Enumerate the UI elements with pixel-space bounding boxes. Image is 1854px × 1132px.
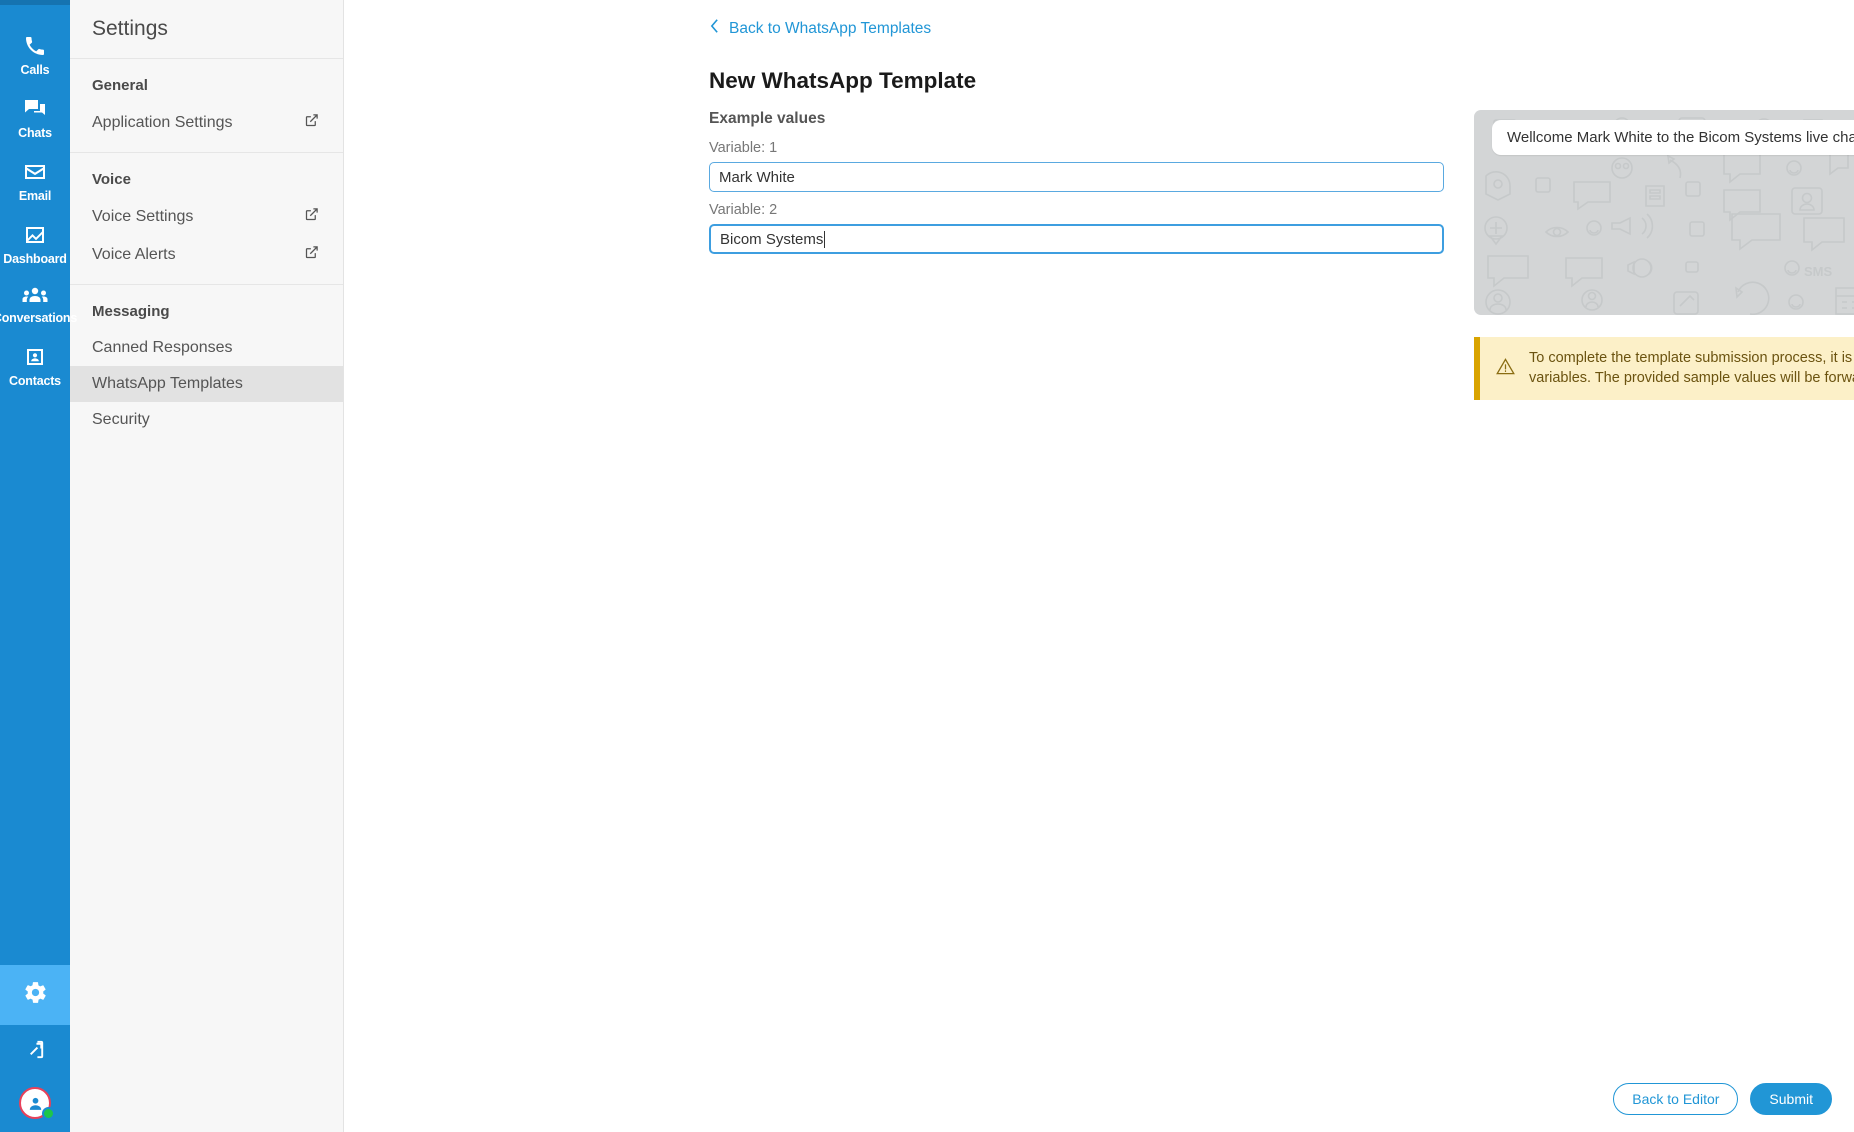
main-content: Back to WhatsApp Templates New WhatsApp …	[344, 0, 1854, 1132]
rail-item-chats[interactable]: Chats	[0, 86, 70, 149]
back-to-whatsapp-templates-link[interactable]: Back to WhatsApp Templates	[709, 18, 931, 39]
group-heading: Messaging	[92, 303, 170, 320]
rail-item-label: Chats	[18, 126, 52, 140]
user-avatar[interactable]	[0, 1079, 70, 1132]
page-title: New WhatsApp Template	[709, 68, 977, 93]
rail-item-label: Dashboard	[3, 252, 67, 266]
variable-1-input[interactable]: Mark White	[709, 162, 1444, 192]
external-link-icon	[304, 245, 319, 265]
sidebar-item-canned-responses[interactable]: Canned Responses	[70, 330, 343, 366]
variable-2-field-block: Variable: 2 Bicom Systems	[709, 202, 1444, 254]
rail-item-calls[interactable]: Calls	[0, 23, 70, 86]
variable-2-input[interactable]: Bicom Systems	[709, 224, 1444, 254]
settings-group-messaging: Messaging Canned Responses WhatsApp Temp…	[70, 285, 343, 448]
sidebar-item-whatsapp-templates[interactable]: WhatsApp Templates	[70, 366, 343, 402]
external-link-icon	[304, 113, 319, 133]
sidebar-item-voice-alerts[interactable]: Voice Alerts	[70, 236, 343, 274]
variable-1-value: Mark White	[719, 168, 795, 186]
sidebar-item-label: Application Settings	[92, 114, 233, 131]
app-root: Calls Chats Email Dashboard Conversation…	[0, 0, 1854, 1132]
rail-item-dashboard[interactable]: Dashboard	[0, 212, 70, 275]
rail-item-email[interactable]: Email	[0, 149, 70, 212]
sidebar-item-application-settings[interactable]: Application Settings	[70, 104, 343, 142]
phone-icon	[23, 34, 47, 58]
example-values-label: Example values	[709, 110, 826, 127]
text-caret	[824, 230, 826, 248]
sidebar-item-security[interactable]: Security	[70, 402, 343, 438]
rail-items: Calls Chats Email Dashboard Conversation…	[0, 5, 77, 397]
template-preview-panel: SMS Wellcome Mark White to the Bicom Sys…	[1474, 110, 1854, 315]
variable-1-label: Variable: 1	[709, 140, 778, 156]
sidebar-item-label: Voice Alerts	[92, 246, 176, 263]
rail-item-label: Contacts	[9, 374, 61, 388]
back-to-editor-button[interactable]: Back to Editor	[1613, 1083, 1739, 1115]
submission-warning-notice: To complete the template submission proc…	[1474, 337, 1854, 401]
group-heading: General	[92, 77, 148, 94]
envelope-icon	[23, 160, 47, 184]
sidebar-item-label: Security	[92, 411, 150, 428]
settings-sidebar: Settings General Application Settings Vo…	[70, 0, 344, 1132]
rail-item-label: Email	[18, 189, 52, 203]
presence-indicator	[42, 1107, 55, 1120]
settings-group-general: General Application Settings	[70, 59, 343, 153]
sidebar-item-label: WhatsApp Templates	[92, 375, 243, 392]
svg-text:SMS: SMS	[1804, 264, 1833, 279]
rail-item-contacts[interactable]: Contacts	[0, 334, 70, 397]
rail-item-conversations[interactable]: Conversations	[0, 275, 77, 334]
dashboard-icon	[23, 223, 47, 247]
settings-sidebar-title: Settings	[70, 0, 343, 59]
back-link-label: Back to WhatsApp Templates	[729, 19, 932, 37]
avatar	[19, 1087, 55, 1120]
variable-2-label: Variable: 2	[709, 202, 778, 218]
external-link-icon	[304, 207, 319, 227]
logout-icon	[24, 1038, 47, 1066]
chat-bubbles-icon	[23, 97, 47, 121]
sidebar-item-voice-settings[interactable]: Voice Settings	[70, 198, 343, 236]
group-heading: Voice	[92, 171, 131, 188]
rail-item-label: Calls	[20, 63, 50, 77]
rail-item-label: Conversations	[0, 311, 78, 325]
sidebar-item-label: Voice Settings	[92, 208, 194, 225]
submit-button[interactable]: Submit	[1750, 1083, 1832, 1115]
warning-message: To complete the template submission proc…	[1529, 350, 1854, 386]
contact-card-icon	[23, 345, 47, 369]
gear-icon	[23, 980, 48, 1010]
sidebar-item-label: Canned Responses	[92, 339, 233, 356]
chevron-left-icon	[709, 18, 720, 39]
logout-button[interactable]	[0, 1025, 70, 1079]
footer-actions: Back to Editor Submit	[1613, 1083, 1832, 1115]
settings-group-voice: Voice Voice Settings Voice Alerts	[70, 153, 343, 285]
primary-nav-rail: Calls Chats Email Dashboard Conversation…	[0, 0, 77, 1132]
rail-bottom-actions	[0, 965, 70, 1132]
variable-1-field-block: Variable: 1 Mark White	[709, 140, 1444, 192]
variable-2-value: Bicom Systems	[720, 230, 824, 248]
settings-button[interactable]	[0, 965, 70, 1025]
people-group-icon	[22, 286, 48, 306]
warning-triangle-icon	[1496, 357, 1515, 381]
preview-message-bubble: Wellcome Mark White to the Bicom Systems…	[1492, 120, 1854, 155]
